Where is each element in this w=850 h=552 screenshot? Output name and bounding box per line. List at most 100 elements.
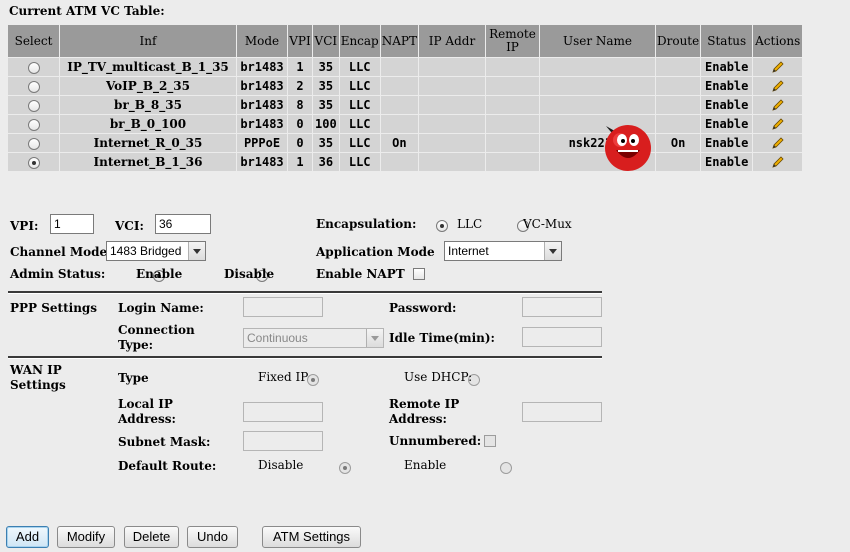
row-droute: [655, 58, 701, 76]
vpi-input[interactable]: 1: [50, 214, 94, 234]
row-vci: 100: [313, 115, 339, 133]
row-actions-cell: [753, 134, 803, 152]
connection-type-value: Continuous: [247, 331, 308, 345]
row-select-cell: [8, 134, 59, 152]
table-title: Current ATM VC Table:: [9, 4, 165, 18]
admin-enable-label: Enable: [136, 267, 183, 281]
remote-ip-input[interactable]: [522, 402, 602, 422]
row-remote-ip: [485, 153, 539, 171]
password-input[interactable]: [522, 297, 602, 317]
pencil-icon[interactable]: [771, 98, 785, 112]
add-button[interactable]: Add: [6, 526, 49, 548]
row-select-radio[interactable]: [27, 99, 40, 112]
password-label: Password:: [389, 301, 457, 315]
col-actions: Actions: [753, 25, 803, 57]
vci-label: VCI:: [115, 219, 144, 233]
row-remote-ip: [485, 115, 539, 133]
row-vpi: 8: [288, 96, 312, 114]
fixed-ip-label: Fixed IP: [258, 370, 309, 384]
row-inf: br_B_0_100: [60, 115, 236, 133]
vpi-label: VPI:: [10, 219, 39, 233]
col-user-name: User Name: [539, 25, 655, 57]
row-inf: IP_TV_multicast_B_1_35: [60, 58, 236, 76]
row-select-radio[interactable]: [27, 118, 40, 131]
col-vci: VCI: [313, 25, 339, 57]
atm-settings-button[interactable]: ATM Settings: [262, 526, 361, 548]
row-select-radio[interactable]: [27, 137, 40, 150]
row-inf: br_B_8_35: [60, 96, 236, 114]
col-napt: NAPT: [380, 25, 418, 57]
row-ip-addr: [418, 134, 485, 152]
connection-type-select[interactable]: Continuous: [243, 328, 384, 348]
type-label: Type: [118, 371, 149, 385]
channel-mode-select[interactable]: 1483 Bridged: [106, 241, 206, 261]
col-status: Status: [701, 25, 753, 57]
row-encap: LLC: [339, 58, 380, 76]
encap-llc-radio[interactable]: [436, 219, 448, 232]
row-napt: [380, 96, 418, 114]
row-droute: On: [655, 134, 701, 152]
idle-time-input[interactable]: [522, 327, 602, 347]
col-select: Select: [8, 25, 59, 57]
admin-status-label: Admin Status:: [10, 267, 106, 281]
row-ip-addr: [418, 77, 485, 95]
login-name-input[interactable]: [243, 297, 323, 317]
modify-button[interactable]: Modify: [57, 526, 115, 548]
row-select-radio[interactable]: [27, 156, 40, 169]
fixed-ip-radio[interactable]: [307, 373, 320, 386]
connection-type-label: Connection Type:: [118, 323, 195, 352]
col-ip-addr: IP Addr: [418, 25, 485, 57]
row-actions-cell: [753, 77, 803, 95]
vci-input[interactable]: 36: [155, 214, 211, 234]
row-vci: 35: [313, 96, 339, 114]
row-remote-ip: [485, 58, 539, 76]
pencil-icon[interactable]: [771, 117, 785, 131]
row-select-cell: [8, 153, 59, 171]
row-actions-cell: [753, 115, 803, 133]
row-status: Enable: [701, 77, 753, 95]
default-route-label: Default Route:: [118, 459, 217, 473]
table-row: br_B_8_35 br1483 8 35 LLC Enable: [8, 96, 803, 114]
default-route-enable-radio[interactable]: [499, 461, 512, 474]
pencil-icon[interactable]: [771, 155, 785, 169]
row-ip-addr: [418, 115, 485, 133]
undo-button[interactable]: Undo: [187, 526, 238, 548]
row-vpi: 0: [288, 134, 312, 152]
encap-llc-label: LLC: [457, 217, 483, 231]
pencil-icon[interactable]: [771, 136, 785, 150]
remote-ip-label: Remote IP Address:: [389, 397, 460, 426]
row-actions-cell: [753, 96, 803, 114]
row-select-cell: [8, 115, 59, 133]
default-route-disable-radio[interactable]: [338, 461, 351, 474]
row-inf: Internet_R_0_35: [60, 134, 236, 152]
row-encap: LLC: [339, 134, 380, 152]
application-mode-select[interactable]: Internet: [444, 241, 562, 261]
row-mode: br1483: [237, 153, 287, 171]
local-ip-input[interactable]: [243, 402, 323, 422]
table-row: VoIP_B_2_35 br1483 2 35 LLC Enable: [8, 77, 803, 95]
unnumbered-checkbox[interactable]: [484, 435, 496, 447]
encap-vcmux-label: VC-Mux: [523, 217, 572, 231]
chevron-down-icon: [544, 242, 561, 260]
subnet-mask-input[interactable]: [243, 431, 323, 451]
row-napt: [380, 153, 418, 171]
delete-button[interactable]: Delete: [124, 526, 179, 548]
row-select-radio[interactable]: [27, 80, 40, 93]
pencil-icon[interactable]: [771, 79, 785, 93]
row-vci: 35: [313, 58, 339, 76]
table-row: IP_TV_multicast_B_1_35 br1483 1 35 LLC Enable: [8, 58, 803, 76]
enable-napt-checkbox[interactable]: [413, 268, 425, 280]
row-select-radio[interactable]: [27, 61, 40, 74]
application-mode-value: Internet: [448, 244, 489, 258]
table-row: br_B_0_100 br1483 0 100 LLC Enable: [8, 115, 803, 133]
divider: [8, 291, 602, 294]
use-dhcp-label: Use DHCP:: [404, 370, 473, 384]
unnumbered-label: Unnumbered:: [389, 434, 482, 448]
row-mode: PPPoE: [237, 134, 287, 152]
row-vpi: 0: [288, 115, 312, 133]
pencil-icon[interactable]: [771, 60, 785, 74]
row-droute: [655, 153, 701, 171]
channel-mode-label: Channel Mode: [10, 245, 108, 259]
row-inf: VoIP_B_2_35: [60, 77, 236, 95]
row-encap: LLC: [339, 77, 380, 95]
